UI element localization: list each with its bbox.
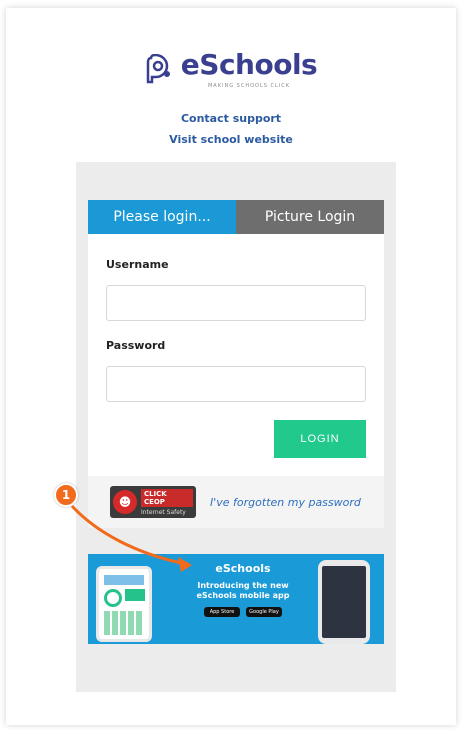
- phone-ui-grid: [104, 611, 144, 635]
- annotation-marker: 1: [54, 483, 78, 507]
- phone-ui-header: [104, 575, 144, 585]
- login-panel: Please login... Picture Login Username P…: [76, 162, 396, 692]
- password-field[interactable]: [106, 366, 366, 402]
- ceop-subtitle: Internet Safety: [140, 508, 186, 516]
- banner-line-2: eSchools mobile app: [196, 591, 290, 600]
- username-field[interactable]: [106, 285, 366, 321]
- google-play-badge[interactable]: Google Play: [246, 607, 282, 617]
- visit-school-website-link[interactable]: Visit school website: [6, 133, 456, 146]
- login-footer: ☻ CLICK CEOP Internet Safety I've forgot…: [88, 476, 384, 528]
- ceop-title: CLICK CEOP: [140, 488, 193, 507]
- login-form: Username Password LOGIN: [88, 234, 384, 478]
- phone-ui-clock-icon: [104, 589, 122, 607]
- banner-brand: eSchools: [215, 562, 271, 575]
- ceop-icon: ☻: [113, 490, 137, 514]
- login-button[interactable]: LOGIN: [274, 420, 366, 458]
- click-ceop-button[interactable]: ☻ CLICK CEOP Internet Safety: [110, 486, 196, 518]
- phone-ui-block: [125, 589, 145, 601]
- eschools-logo-icon: [146, 53, 170, 83]
- brand-name: eSchools: [180, 48, 318, 81]
- login-button-row: LOGIN: [106, 420, 366, 458]
- phone-screen: [322, 566, 366, 638]
- banner-line-1: Introducing the new: [197, 581, 289, 590]
- phone-right-image: [318, 560, 370, 644]
- store-badges: App Store Google Play: [178, 607, 308, 617]
- tab-please-login[interactable]: Please login...: [88, 200, 236, 234]
- login-page: eSchools MAKING SCHOOLS CLICK Contact su…: [6, 8, 456, 725]
- brand-tagline: MAKING SCHOOLS CLICK: [207, 83, 291, 89]
- password-label: Password: [106, 339, 166, 352]
- contact-support-link[interactable]: Contact support: [6, 112, 456, 125]
- phone-left-image: [96, 566, 152, 642]
- login-tabs: Please login... Picture Login: [88, 200, 384, 234]
- app-store-badge[interactable]: App Store: [204, 607, 240, 617]
- mobile-app-banner[interactable]: eSchools Introducing the new eSchools mo…: [88, 554, 384, 644]
- brand-header: eSchools MAKING SCHOOLS CLICK: [6, 48, 456, 89]
- forgot-password-link[interactable]: I've forgotten my password: [210, 496, 361, 509]
- ceop-text: CLICK CEOP Internet Safety: [140, 488, 193, 516]
- eschools-logo[interactable]: eSchools MAKING SCHOOLS CLICK: [145, 48, 318, 89]
- username-label: Username: [106, 258, 169, 271]
- tab-picture-login[interactable]: Picture Login: [236, 200, 384, 234]
- login-card: Please login... Picture Login Username P…: [88, 200, 384, 478]
- banner-text: eSchools Introducing the new eSchools mo…: [178, 562, 308, 617]
